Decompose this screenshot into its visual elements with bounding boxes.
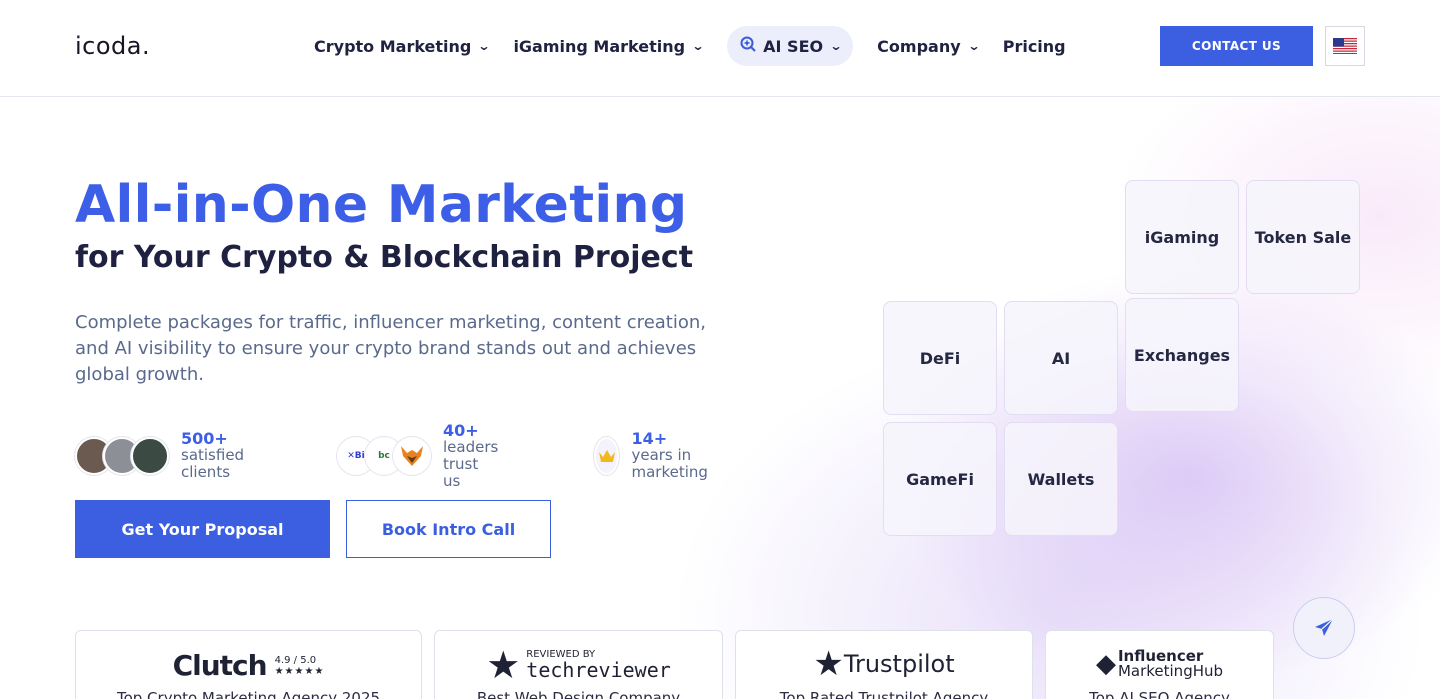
review-card-clutch[interactable]: Clutch 4.9 / 5.0 ★★★★★ Top Crypto Market… <box>75 630 422 699</box>
tile-ai[interactable]: AI <box>1004 301 1118 415</box>
hero-subtitle: for Your Crypto & Blockchain Project <box>75 240 694 275</box>
get-proposal-button[interactable]: Get Your Proposal <box>75 500 330 558</box>
tile-wallets[interactable]: Wallets <box>1004 422 1118 536</box>
review-card-trustpilot[interactable]: ★ Trustpilot Top Rated Trustpilot Agency <box>735 630 1033 699</box>
chevron-down-icon: ⌄ <box>829 39 843 53</box>
tile-gamefi[interactable]: GameFi <box>883 422 997 536</box>
nav-crypto-marketing[interactable]: Crypto Marketing ⌄ <box>314 26 491 66</box>
site-header: icoda. Crypto Marketing ⌄ iGaming Market… <box>0 0 1440 97</box>
stat-clients: 500+ satisfied clients <box>75 431 244 481</box>
tile-igaming[interactable]: iGaming <box>1125 180 1239 294</box>
star-icon: ★ <box>813 644 844 684</box>
language-selector[interactable] <box>1325 26 1365 66</box>
nav-ai-seo[interactable]: AI SEO ⌄ <box>727 26 854 66</box>
tile-defi[interactable]: DeFi <box>883 301 997 415</box>
techreviewer-logo: techreviewer <box>526 658 671 682</box>
clutch-rating: 4.9 / 5.0 <box>274 654 317 666</box>
tile-exchanges[interactable]: Exchanges <box>1125 298 1239 412</box>
diamond-icon: ◆ <box>1095 649 1116 679</box>
chevron-down-icon: ⌄ <box>477 39 491 53</box>
avatar <box>131 437 169 475</box>
clutch-logo: Clutch <box>172 649 268 682</box>
stars-icon: ★★★★★ <box>274 665 325 677</box>
main-nav: Crypto Marketing ⌄ iGaming Marketing ⌄ A… <box>314 26 1090 66</box>
ai-search-icon <box>739 35 757 57</box>
client-avatars <box>75 437 169 475</box>
partner-logos: ✕Bi bc <box>337 437 431 475</box>
contact-us-button[interactable]: CONTACT US <box>1160 26 1313 66</box>
paper-plane-icon <box>1315 618 1334 636</box>
book-intro-call-button[interactable]: Book Intro Call <box>346 500 551 558</box>
send-message-button[interactable] <box>1293 597 1355 659</box>
hero-title: All-in-One Marketing <box>75 175 688 235</box>
fox-logo-icon <box>393 437 431 475</box>
stat-leaders: ✕Bi bc 40+ leaders trust us <box>337 422 498 489</box>
review-card-influencer-marketing-hub[interactable]: ◆ Influencer MarketingHub Top AI SEO Age… <box>1045 630 1274 699</box>
nav-igaming-marketing[interactable]: iGaming Marketing ⌄ <box>513 26 705 66</box>
review-card-techreviewer[interactable]: ★ REVIEWED BY techreviewer Best Web Desi… <box>434 630 723 699</box>
chevron-down-icon: ⌄ <box>691 39 705 53</box>
crown-icon <box>594 437 620 475</box>
nav-pricing[interactable]: Pricing <box>1003 26 1066 66</box>
chevron-down-icon: ⌄ <box>967 39 981 53</box>
hero-description: Complete packages for traffic, influence… <box>75 312 706 385</box>
trustpilot-logo: Trustpilot <box>843 650 955 678</box>
hero-section: All-in-One Marketing for Your Crypto & B… <box>0 97 1440 699</box>
us-flag-icon <box>1333 38 1357 54</box>
star-icon: ★ <box>486 642 521 687</box>
nav-company[interactable]: Company ⌄ <box>877 26 981 66</box>
logo[interactable]: icoda. <box>75 32 150 60</box>
tile-token-sale[interactable]: Token Sale <box>1246 180 1360 294</box>
stat-years: 14+ years in marketing <box>594 431 720 481</box>
